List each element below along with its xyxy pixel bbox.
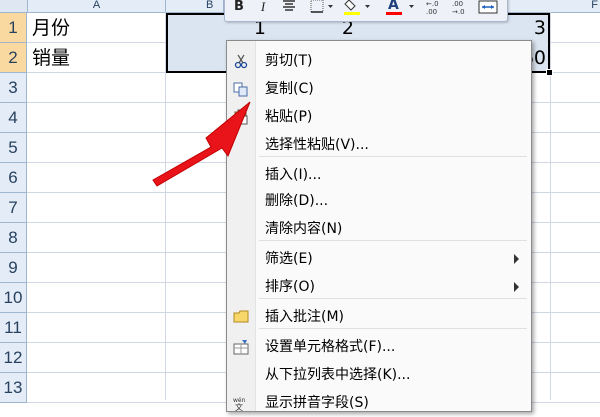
row-header-7[interactable]: 7 — [0, 193, 27, 223]
fill-color-button[interactable] — [343, 0, 373, 16]
row-header-12[interactable]: 12 — [0, 343, 27, 373]
submenu-arrow-icon — [514, 254, 519, 264]
submenu-arrow-icon — [514, 282, 519, 292]
row-header-9[interactable]: 9 — [0, 253, 27, 283]
context-menu-item-label: 删除(D)... — [265, 193, 329, 209]
italic-button[interactable]: I — [255, 0, 271, 16]
scissors-icon — [233, 53, 249, 69]
select-all-corner[interactable] — [0, 0, 28, 12]
borders-button[interactable] — [309, 0, 335, 16]
fill-color-icon — [344, 0, 370, 15]
context-menu-item-label: 复制(C) — [265, 81, 314, 97]
bold-button[interactable]: B — [231, 0, 247, 16]
row-header-6[interactable]: 6 — [0, 163, 27, 193]
merge-center-icon — [478, 0, 498, 14]
context-menu-item[interactable]: 筛选(E) — [227, 245, 531, 273]
context-menu-item-label: 插入批注(M) — [265, 309, 345, 325]
row-header-13[interactable]: 13 — [0, 373, 27, 403]
context-menu-item-label: 剪切(T) — [265, 53, 313, 69]
context-menu-item-label: 粘贴(P) — [265, 109, 313, 125]
context-menu-item-label: 设置单元格格式(F)... — [265, 339, 396, 355]
column-header-f[interactable]: F — [551, 0, 600, 12]
fill-handle[interactable] — [546, 69, 553, 76]
context-menu-item[interactable]: 插入批注(M) — [227, 303, 531, 331]
row-header-3[interactable]: 3 — [0, 73, 27, 103]
context-menu-item[interactable]: 删除(D)... — [227, 187, 531, 215]
context-menu-item[interactable]: wén 文显示拼音字段(S) — [227, 389, 531, 417]
context-menu-item[interactable]: 粘贴(P) — [227, 103, 531, 131]
context-menu-item[interactable]: 设置单元格格式(F)... — [227, 333, 531, 361]
row-header-1[interactable]: 1 — [0, 13, 27, 43]
row-header-11[interactable]: 11 — [0, 313, 27, 343]
column-header-b[interactable]: B — [166, 0, 224, 12]
context-menu-item-label: 从下拉列表中选择(K)... — [265, 367, 411, 383]
cell-a2[interactable]: 销量 — [28, 43, 165, 73]
context-menu-item[interactable]: 从下拉列表中选择(K)... — [227, 361, 531, 389]
font-color-button[interactable]: A — [385, 0, 419, 16]
borders-icon — [310, 0, 333, 13]
row-header-8[interactable]: 8 — [0, 223, 27, 253]
font-color-letter: A — [388, 0, 399, 13]
copy-icon — [233, 81, 249, 97]
column-header-a[interactable]: A — [28, 0, 166, 12]
format-cells-icon — [233, 339, 249, 355]
row-header-2[interactable]: 2 — [0, 43, 27, 73]
row-header-4[interactable]: 4 — [0, 103, 27, 133]
context-menu-item-label: 显示拼音字段(S) — [265, 395, 369, 411]
decrease-decimal-button[interactable]: .00 →.0 — [451, 0, 471, 16]
context-menu-item[interactable]: 清除内容(N) — [227, 215, 531, 243]
svg-text:←.0: ←.0 — [426, 0, 439, 8]
context-menu-item[interactable]: 插入(I)... — [227, 161, 531, 189]
context-menu-item-label: 清除内容(N) — [265, 221, 343, 237]
merge-center-button[interactable] — [477, 0, 499, 16]
decrease-decimal-icon: .00 →.0 — [452, 0, 465, 16]
phonetic-icon: wén 文 — [233, 395, 249, 412]
svg-text:.00: .00 — [426, 8, 437, 16]
paste-icon — [233, 109, 249, 125]
context-menu: 剪切(T) 复制(C) 粘贴(P) 选择性粘贴(V)... 插入(I)... 删除(D).… — [226, 40, 532, 412]
context-menu-item[interactable]: 排序(O) — [227, 273, 531, 301]
context-menu-item-label: 插入(I)... — [265, 167, 322, 183]
svg-text:文: 文 — [235, 402, 243, 411]
increase-decimal-icon: ←.0 .00 — [426, 0, 439, 16]
increase-decimal-button[interactable]: ←.0 .00 — [425, 0, 445, 16]
context-menu-item[interactable]: 复制(C) — [227, 75, 531, 103]
context-menu-item[interactable]: 剪切(T) — [227, 47, 531, 75]
svg-text:→.0: →.0 — [452, 8, 465, 16]
context-menu-item-label: 筛选(E) — [265, 251, 313, 267]
mini-toolbar: B I A ←.0 .00 .00 →.0 — [224, 0, 508, 22]
context-menu-item[interactable]: 选择性粘贴(V)... — [227, 131, 531, 159]
insert-comment-icon — [233, 309, 249, 325]
svg-text:.00: .00 — [452, 0, 463, 8]
cell-a1[interactable]: 月份 — [28, 13, 165, 43]
row-header-10[interactable]: 10 — [0, 283, 27, 313]
align-center-button[interactable] — [281, 0, 297, 16]
align-center-icon — [283, 0, 295, 11]
context-menu-item-label: 排序(O) — [265, 279, 315, 295]
context-menu-item-label: 选择性粘贴(V)... — [265, 137, 369, 153]
row-header-5[interactable]: 5 — [0, 133, 27, 163]
